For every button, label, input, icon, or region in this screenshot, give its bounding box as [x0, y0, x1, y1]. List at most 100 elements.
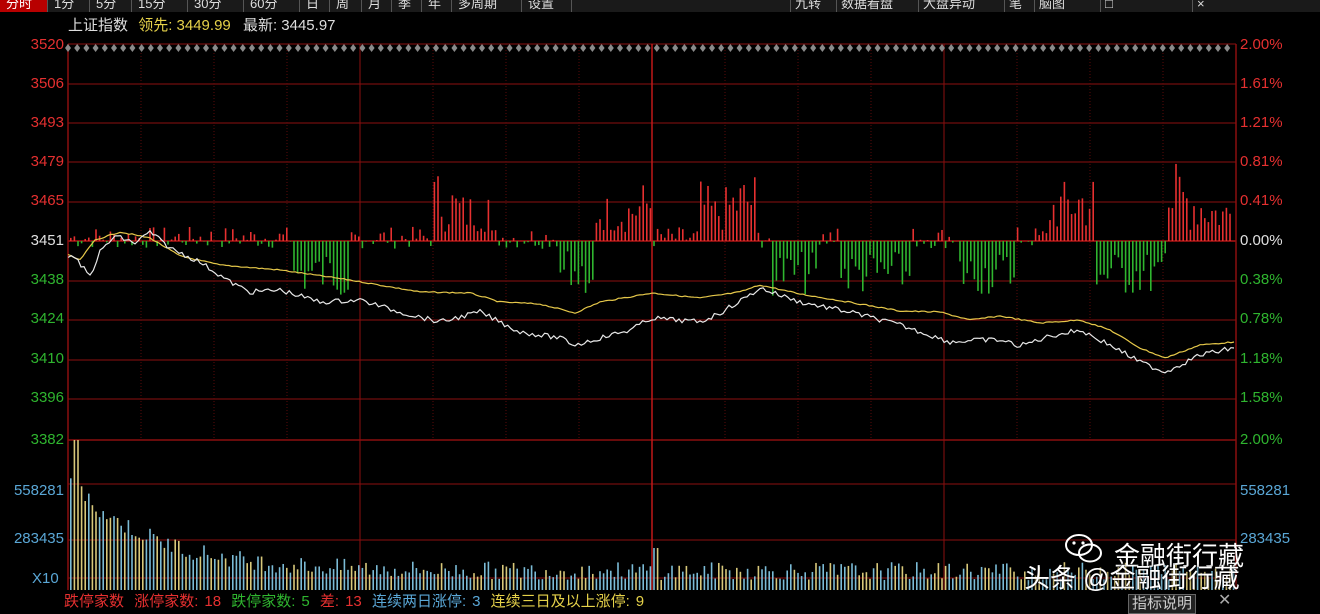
breadth-bar	[1099, 241, 1102, 275]
limit-stats-bar: 跌停家数 涨停家数: 18 跌停家数: 5 差: 13 连续两日涨停: 3 连续三日及以…	[64, 590, 650, 614]
top-marker	[423, 44, 430, 52]
volume-bar	[955, 576, 958, 590]
breadth-bar	[235, 238, 238, 241]
breadth-bar	[1139, 241, 1141, 290]
top-marker	[994, 44, 1001, 52]
breadth-bar	[311, 241, 313, 271]
breadth-bar	[275, 239, 277, 241]
volume-bar	[696, 572, 698, 590]
top-marker	[626, 44, 633, 52]
tab-4[interactable]: 30分	[188, 0, 244, 12]
volume-bar	[732, 579, 734, 590]
limit-down-label: 跌停家数	[64, 593, 125, 610]
tab-9[interactable]: 季	[392, 0, 422, 12]
volume-bar	[714, 578, 716, 590]
volume-bar	[563, 571, 565, 590]
breadth-bar	[134, 236, 137, 241]
right-tab-3[interactable]: 笔	[1004, 0, 1026, 12]
tab-1[interactable]: 1分	[48, 0, 90, 12]
top-marker	[1086, 44, 1093, 52]
tab-3[interactable]: 15分	[132, 0, 188, 12]
volume-bar	[246, 563, 248, 590]
tab-2[interactable]: 5分	[90, 0, 132, 12]
top-marker	[1159, 44, 1166, 52]
volume-bar	[797, 572, 799, 590]
breadth-bar	[325, 241, 328, 257]
breadth-bar	[736, 210, 738, 241]
breadth-bar	[595, 222, 598, 241]
top-marker	[1169, 44, 1175, 52]
breadth-bar	[908, 241, 911, 276]
volume-bar	[160, 541, 162, 590]
right-tab-6[interactable]: ×	[1192, 0, 1209, 12]
volume-bar	[692, 573, 695, 590]
volume-bar	[116, 517, 119, 590]
indicator-help-button[interactable]: 指标说明	[1128, 594, 1197, 614]
right-tab-1[interactable]: 数据看盘	[836, 0, 897, 12]
top-marker	[1123, 44, 1129, 52]
breadth-bar	[480, 228, 482, 241]
volume-bar	[307, 570, 310, 590]
volume-bar	[271, 565, 274, 590]
breadth-bar	[815, 241, 817, 269]
breadth-bar	[808, 241, 810, 275]
volume-bar	[332, 569, 335, 590]
right-tab-2[interactable]: 大盘异动	[918, 0, 979, 12]
breadth-bar	[689, 237, 691, 241]
breadth-bar	[170, 239, 173, 241]
tab-8[interactable]: 月	[362, 0, 392, 12]
breadth-bar	[1178, 176, 1181, 241]
breadth-bar	[268, 241, 270, 247]
volume-bar	[984, 567, 986, 590]
tab-10[interactable]: 年	[422, 0, 452, 12]
top-marker	[837, 44, 844, 52]
tab-12[interactable]: 设置	[522, 0, 572, 12]
breadth-bar	[538, 241, 540, 246]
tab-7[interactable]: 周	[330, 0, 362, 12]
tab-11[interactable]: 多周期	[452, 0, 522, 12]
breadth-bar	[592, 241, 594, 280]
volume-bar	[988, 568, 990, 590]
breadth-bar	[1110, 241, 1112, 269]
top-marker	[561, 44, 568, 52]
breadth-bar	[1164, 241, 1166, 254]
close-icon[interactable]: ✕	[1218, 590, 1231, 610]
right-tab-0[interactable]: 九转	[790, 0, 825, 12]
breadth-bar	[617, 226, 619, 241]
top-marker	[1196, 44, 1203, 52]
tab-5[interactable]: 60分	[244, 0, 300, 12]
volume-bar	[98, 517, 101, 590]
tab-6[interactable]: 日	[300, 0, 330, 12]
breadth-bar	[919, 239, 922, 241]
volume-bar	[437, 573, 439, 590]
breadth-bar	[797, 241, 799, 266]
breadth-bar	[358, 236, 360, 241]
volume-bar	[811, 571, 814, 590]
right-tab-4[interactable]: 脑图	[1034, 0, 1069, 12]
volume-bar	[739, 571, 742, 590]
breadth-bar	[581, 241, 583, 267]
volume-bar	[685, 565, 688, 590]
intraday-chart[interactable]	[0, 0, 1320, 614]
breadth-bar	[775, 241, 778, 281]
tab-0[interactable]: 分时	[0, 0, 48, 12]
volume-bar	[268, 565, 270, 590]
volume-bar	[311, 571, 313, 590]
top-marker	[552, 44, 559, 52]
volume-bar	[854, 565, 857, 590]
top-marker	[1215, 44, 1221, 52]
volume-bar	[671, 565, 673, 590]
left-axis-label: 3493	[30, 114, 64, 131]
volume-bar	[710, 562, 713, 590]
breadth-bar	[102, 239, 104, 241]
breadth-bar	[905, 241, 907, 272]
right-tab-5[interactable]: □	[1100, 0, 1117, 12]
left-axis-label: 3396	[30, 389, 64, 406]
volume-bar	[412, 561, 414, 590]
volume-bar	[962, 568, 965, 590]
breadth-bar	[322, 241, 324, 285]
top-marker	[203, 44, 209, 52]
volume-bar	[404, 571, 407, 590]
breadth-bar	[757, 232, 760, 241]
breadth-bar	[260, 241, 263, 244]
